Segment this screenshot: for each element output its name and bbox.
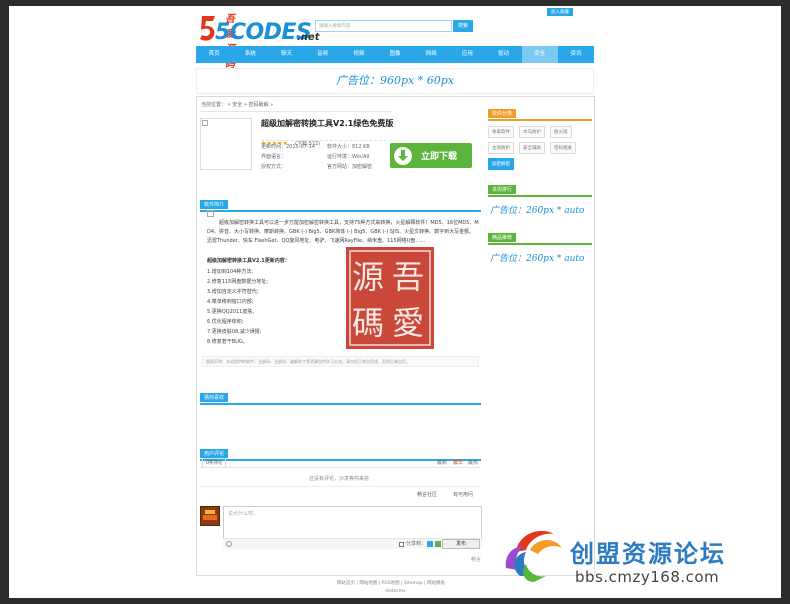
logo-mark xyxy=(199,10,215,44)
download-arrow-icon xyxy=(394,147,412,165)
logo-domain: .net xyxy=(297,32,320,43)
nav-item[interactable]: 安全 xyxy=(521,46,558,63)
sidebar-tag[interactable]: 密码相关 xyxy=(550,142,576,154)
watermark-title: 创盟资源论坛 xyxy=(570,540,726,568)
nav-item[interactable]: 应用 xyxy=(449,46,485,63)
post-comment-button[interactable]: 发布 xyxy=(442,539,480,549)
sidebar-ad-1[interactable]: 广告位：260px * auto xyxy=(490,203,592,216)
svg-text:碼: 碼 xyxy=(352,304,384,342)
image-placeholder-icon xyxy=(207,210,214,217)
top-ad-text: 广告位：960px * 60px xyxy=(336,74,454,87)
update-note-item: 2.修复115网盘数据分地址; xyxy=(207,279,268,285)
sidebar-rank-title: 本周排行 xyxy=(488,185,517,194)
search-input[interactable]: 请输入搜索内容 xyxy=(315,20,452,32)
copyright-notice: 版权声明：本站提供的软件、注册码、注册机、破解补丁等资源仅供学习交流，请勿用于商… xyxy=(202,356,479,367)
emoji-icon[interactable] xyxy=(226,541,232,547)
breadcrumb: 当前位置： » 安全 » 密码破解 » xyxy=(201,102,274,108)
license: 授权方式： xyxy=(261,164,287,170)
watermark-logo-icon xyxy=(496,520,576,596)
file-size: 软件大小：812 KB xyxy=(327,144,370,150)
update-note-item: 5.更换QQ2011皮肤; xyxy=(207,309,255,315)
comments-header: 用户评论 xyxy=(200,440,481,461)
sidebar-tag[interactable]: 杀毒软件 xyxy=(488,126,514,138)
related-title: 猜你喜欢 xyxy=(200,393,229,402)
intro-header: 软件简介 xyxy=(200,191,481,212)
changyan-brand[interactable]: 畅言 xyxy=(471,557,481,564)
info-divider xyxy=(261,140,387,141)
update-notes-list: 1.增加到104种方法; 2.修复115网盘数据分地址; 3.增加自定义字符替代; 4… xyxy=(207,267,268,347)
main-nav: 首页 系统 聊天 音频 视频 图像 网络 应用 驱动 安全 资讯 xyxy=(196,46,594,63)
favorite-button[interactable]: 加入收藏 xyxy=(547,8,573,16)
share-checkbox[interactable] xyxy=(399,542,404,547)
nav-item[interactable]: 资讯 xyxy=(558,46,594,63)
search-button[interactable]: 搜索 xyxy=(453,20,473,32)
sidebar-tag[interactable]: 加密解密 xyxy=(488,158,514,170)
empty-comments: 还没有评论，沙发等你来抢 xyxy=(309,476,370,482)
sort-latest[interactable]: 最新 xyxy=(437,460,447,467)
download-button[interactable]: 立即下载 xyxy=(390,143,472,168)
svg-text:源: 源 xyxy=(352,258,384,296)
comments-divider xyxy=(200,467,481,468)
breadcrumb-divider xyxy=(200,111,392,112)
sidebar-tag[interactable]: 安全辅助 xyxy=(519,142,545,154)
svg-text:愛: 愛 xyxy=(392,304,424,342)
download-label: 立即下载 xyxy=(421,152,458,162)
software-title: 超级加解密转换工具V2.1绿色免费版 xyxy=(261,119,394,128)
official-site: 官方网站：加密解密 xyxy=(327,164,373,170)
nav-item[interactable]: 驱动 xyxy=(486,46,522,63)
update-note-item: 3.增加自定义字符替代; xyxy=(207,289,259,295)
nav-item[interactable]: 网络 xyxy=(413,46,449,63)
sidebar-tags-title: 软件分类 xyxy=(488,109,517,118)
footer-links[interactable]: 网站首页 | 网站地图 | RSS地图 | Sitemap | 网站模板 xyxy=(337,580,445,587)
nav-item[interactable]: 音频 xyxy=(305,46,341,63)
page-frame: 吾爱源码 5CODES .net 请输入搜索内容 搜索 加入收藏 首页系统聊天音… xyxy=(9,6,781,598)
community-link[interactable]: 畅言社区 xyxy=(417,492,437,499)
update-note-item: 8.修复若干BUG。 xyxy=(207,339,248,345)
broken-image-icon xyxy=(202,120,208,126)
svg-text:吾: 吾 xyxy=(392,258,424,296)
update-note-item: 7.更换皮肤08,减少误报; xyxy=(207,329,262,335)
comments-title: 用户评论 xyxy=(200,449,229,458)
nav-item[interactable]: 系统 xyxy=(232,46,268,63)
top-ad-banner[interactable]: 广告位：960px * 60px xyxy=(196,68,594,94)
comment-placeholder: 说点什么吧... xyxy=(228,511,258,517)
related-header: 猜你喜欢 xyxy=(200,384,481,405)
nav-item[interactable]: 首页 xyxy=(196,46,232,63)
sidebar: 软件分类 杀毒软件 木马防护 防火墙主动防护 安全辅助 密码相关加密解密 本周排行 广告… xyxy=(488,100,592,264)
update-note-item: 1.增加到104种方法; xyxy=(207,269,253,275)
share-label: 分享到： xyxy=(406,541,427,547)
sidebar-tag-list: 杀毒软件 木马防护 防火墙主动防护 安全辅助 密码相关加密解密 xyxy=(488,126,592,170)
sort-hottest[interactable]: 最热 xyxy=(468,460,478,467)
sidebar-tag[interactable]: 防火墙 xyxy=(550,126,572,138)
sidebar-tag[interactable]: 主动防护 xyxy=(488,142,514,154)
sort-earliest[interactable]: 最早 xyxy=(453,460,463,467)
sidebar-tag[interactable]: 木马防护 xyxy=(519,126,545,138)
sidebar-rank-header: 本周排行 xyxy=(488,176,592,197)
sidebar-ad-2[interactable]: 广告位：260px * auto xyxy=(490,251,592,264)
intro-paragraph: 超级加解密转换工具可以进一步万能加密解密转换工具，支持75种方式来转换，火星解释… xyxy=(207,220,479,244)
sidebar-new-header: 精品推荐 xyxy=(488,224,592,245)
nav-item[interactable]: 视频 xyxy=(341,46,377,63)
empty-divider xyxy=(200,486,481,487)
share-weibo-icon[interactable] xyxy=(435,541,441,547)
watermark-url: bbs.cmzy168.com xyxy=(575,568,720,586)
seal-stamp: 吾 源 愛 碼 xyxy=(342,244,438,354)
avatar[interactable] xyxy=(200,506,220,526)
interface-language: 界面语言： xyxy=(261,154,287,160)
nav-item[interactable]: 图像 xyxy=(377,46,413,63)
platform: 运行环境：Win/All xyxy=(327,154,370,160)
update-notes-title: 超级加解密转换工具V2.1更新内容： xyxy=(207,258,290,264)
intro-title: 软件简介 xyxy=(200,200,229,209)
sidebar-tags-header: 软件分类 xyxy=(488,100,592,121)
software-thumbnail xyxy=(200,118,252,170)
help-link[interactable]: 有可用问 xyxy=(453,492,473,499)
update-note-item: 6.优化程序体积; xyxy=(207,319,244,325)
sidebar-new-title: 精品推荐 xyxy=(488,233,517,242)
update-note-item: 4.菜单移到窗口内部; xyxy=(207,299,254,305)
nav-item[interactable]: 聊天 xyxy=(268,46,304,63)
share-qzone-icon[interactable] xyxy=(427,541,433,547)
footer-powered: dedecms xyxy=(385,589,406,594)
update-time: 更新时间：2015-07-14 xyxy=(261,144,316,150)
